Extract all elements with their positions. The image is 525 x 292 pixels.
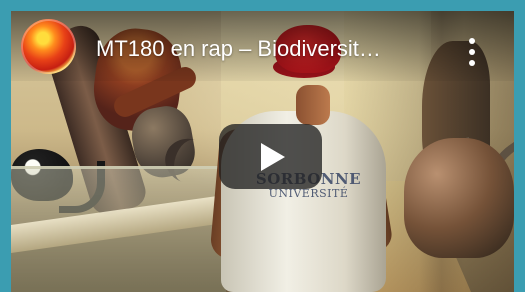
- play-button[interactable]: [219, 124, 322, 189]
- menu-dot: [469, 38, 475, 44]
- person-neck: [296, 85, 330, 125]
- channel-avatar-icon[interactable]: [21, 19, 76, 74]
- more-vertical-icon[interactable]: [464, 36, 480, 72]
- menu-dot: [469, 49, 475, 55]
- menu-dot: [469, 60, 475, 66]
- taxidermy-ibex: [404, 138, 514, 258]
- embedded-video-frame: SORBONNE UNIVERSITÉ MT180 en rap – Biodi…: [0, 0, 525, 292]
- play-icon: [261, 143, 285, 171]
- video-title[interactable]: MT180 en rap – Biodiversit…: [96, 35, 454, 65]
- shirt-logo-line-2: UNIVERSITÉ: [268, 187, 349, 200]
